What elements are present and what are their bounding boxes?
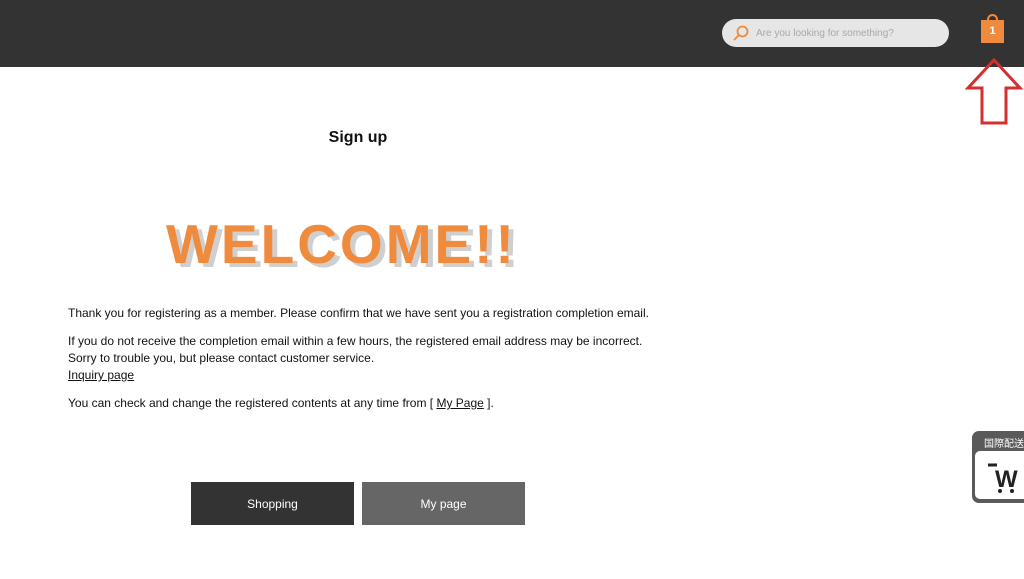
search-input[interactable] [756,27,936,39]
widget-logo-letter: W [995,466,1018,493]
shopping-button[interactable]: Shopping [191,482,354,525]
cart-count-badge: 1 [981,20,1004,43]
international-shipping-widget[interactable]: 国際配送 W [972,431,1024,503]
cart-button[interactable]: 1 [981,14,1004,43]
search-box[interactable] [722,19,949,47]
header-bar: 1 [0,0,1024,67]
international-shipping-label: 国際配送 [984,439,1024,450]
welcome-banner: WELCOME!! WELCOME!! [166,213,519,272]
message-line-4-suffix: ]. [487,396,494,410]
confirmation-message: Thank you for registering as a member. P… [68,305,688,423]
message-line-3: Sorry to trouble you, but please contact… [68,351,375,365]
welcome-text: WELCOME!! [166,213,517,272]
inquiry-page-link[interactable]: Inquiry page [68,368,134,382]
message-line-2: If you do not receive the completion ema… [68,334,643,348]
search-icon [733,25,749,41]
up-arrow-icon [965,57,1023,125]
cart-logo-icon: W [988,463,1018,493]
message-paragraph-2: If you do not receive the completion ema… [68,333,688,384]
my-page-link[interactable]: My Page [436,396,483,410]
widget-logo: W [975,451,1024,499]
message-line-4: You can check and change the registered … [68,395,688,412]
message-line-4-prefix: You can check and change the registered … [68,396,434,410]
page-title: Sign up [328,129,388,146]
my-page-button[interactable]: My page [362,482,525,525]
message-line-1: Thank you for registering as a member. P… [68,306,649,320]
